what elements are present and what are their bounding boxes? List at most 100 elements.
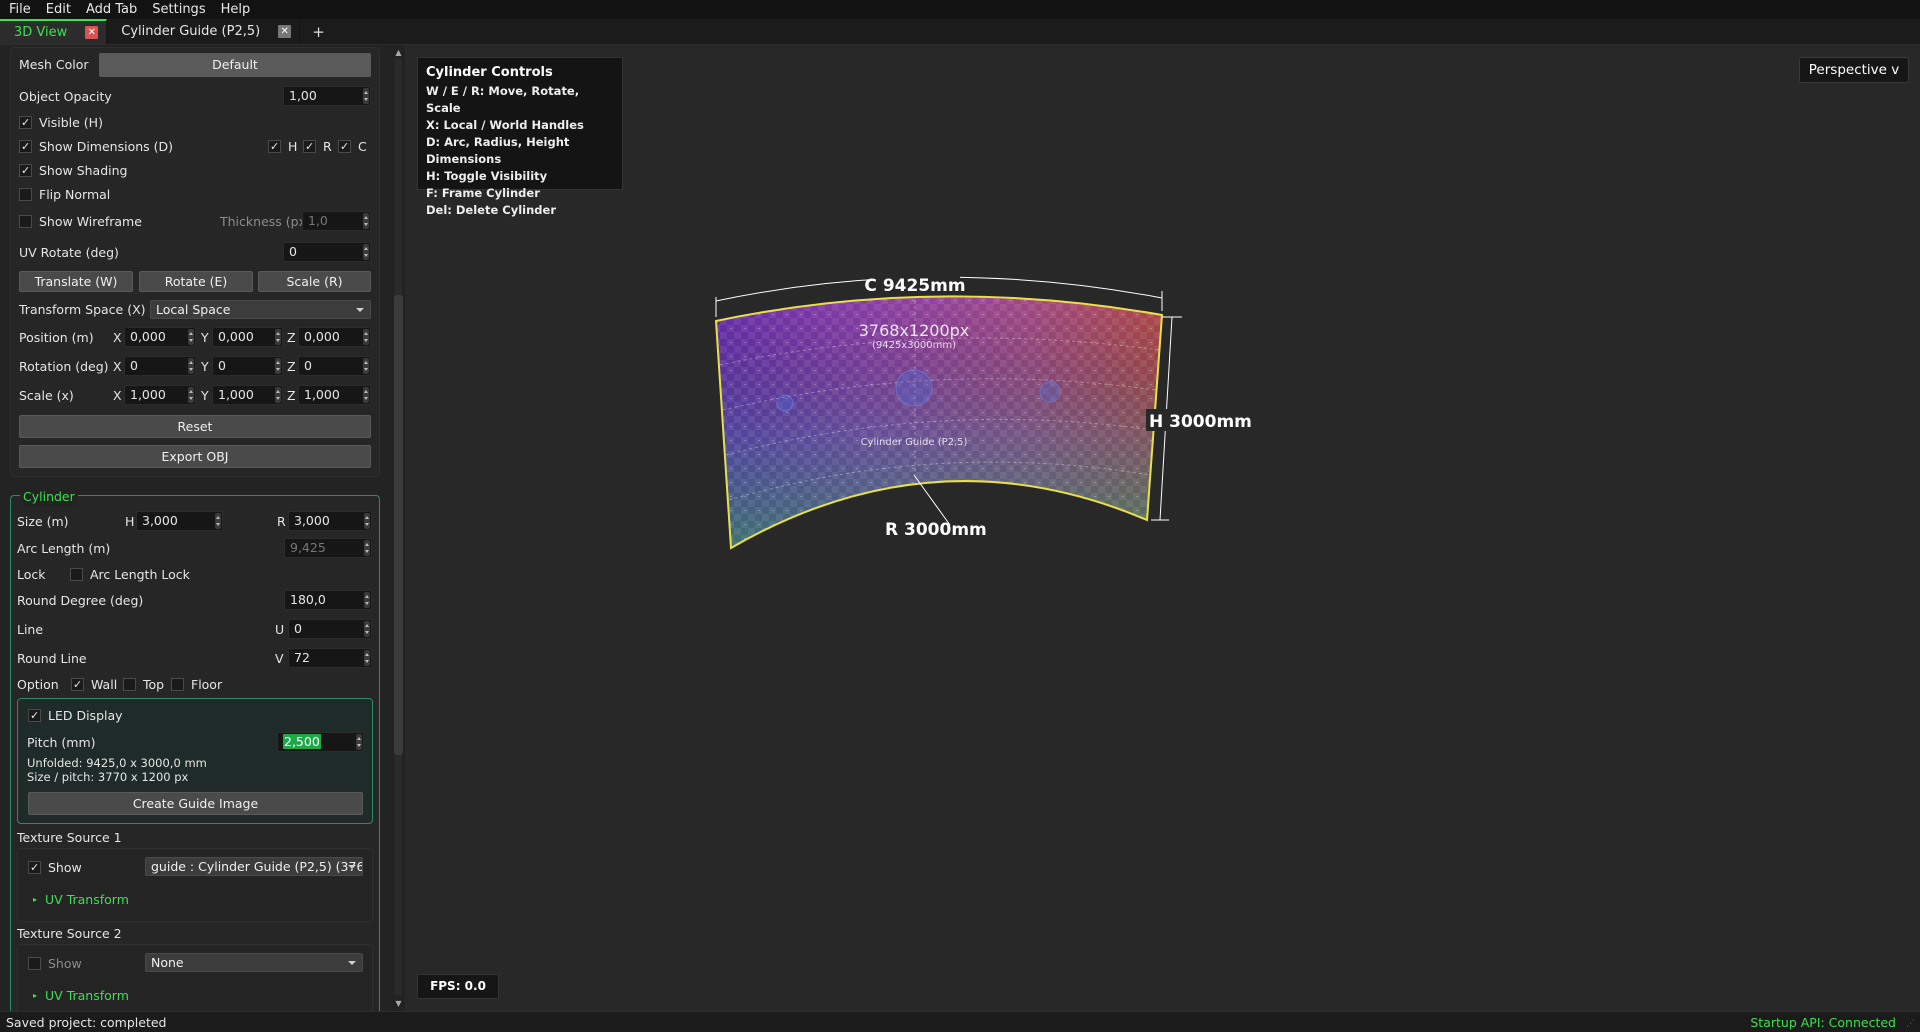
spinner-icon[interactable] (364, 592, 370, 608)
scroll-up-icon[interactable]: ▲ (394, 48, 403, 57)
texture-2-select[interactable]: None (145, 953, 363, 972)
rotate-button[interactable]: Rotate (E) (139, 271, 253, 292)
spinner-icon[interactable] (275, 358, 281, 374)
scale-z-field[interactable]: 1,000 (298, 385, 371, 405)
scale-y-field[interactable]: 1,000 (212, 385, 283, 405)
spinner-icon[interactable] (188, 358, 194, 374)
menu-edit[interactable]: Edit (37, 0, 77, 19)
texture-1-show-checkbox[interactable] (28, 860, 41, 874)
dim-r-checkbox[interactable] (303, 139, 316, 153)
resize-grip-icon[interactable]: ⋰ (1906, 1019, 1916, 1029)
scale-x-field[interactable]: 1,000 (124, 385, 196, 405)
show-dimensions-checkbox[interactable] (19, 139, 32, 153)
floor-row[interactable]: Floor (171, 674, 222, 694)
spinner-icon[interactable] (363, 329, 369, 345)
export-obj-button[interactable]: Export OBJ (19, 445, 371, 468)
floor-checkbox[interactable] (171, 677, 184, 691)
spinner-icon[interactable] (363, 213, 369, 229)
close-icon[interactable]: ✕ (85, 26, 99, 39)
line-label: Line (17, 621, 44, 637)
spinner-icon[interactable] (215, 513, 221, 529)
texture-1-select[interactable]: guide : Cylinder Guide (P2,5) (3768 (145, 857, 363, 876)
show-shading-row[interactable]: Show Shading (19, 160, 127, 180)
mesh-color-button[interactable]: Default (99, 53, 371, 77)
height-field[interactable]: 3,000 (136, 511, 223, 531)
led-display-checkbox[interactable] (28, 708, 41, 722)
spinner-icon[interactable] (356, 734, 362, 750)
arc-length-lock-checkbox[interactable] (70, 567, 83, 581)
spinner-icon[interactable] (364, 540, 370, 556)
opacity-field[interactable]: 1,00 (283, 86, 371, 106)
translate-button[interactable]: Translate (W) (19, 271, 133, 292)
close-icon[interactable]: ✕ (278, 25, 292, 38)
show-wireframe-row[interactable]: Show Wireframe (19, 211, 142, 231)
spinner-icon[interactable] (363, 387, 369, 403)
spinner-icon[interactable] (188, 329, 194, 345)
show-dimensions-row[interactable]: Show Dimensions (D) (19, 136, 173, 156)
dim-c-row[interactable]: C (338, 136, 367, 156)
top-row[interactable]: Top (123, 674, 164, 694)
dim-h-row[interactable]: H (268, 136, 297, 156)
wall-checkbox[interactable] (71, 677, 84, 691)
thickness-field[interactable]: 1,0 (302, 211, 371, 231)
rotation-z-field[interactable]: 0 (298, 356, 371, 376)
u-field[interactable]: 0 (288, 619, 372, 639)
pitch-field[interactable]: 2,500 (277, 732, 364, 752)
thickness-value: 1,0 (308, 213, 328, 228)
transform-space-select[interactable]: Local Space (150, 300, 371, 319)
rotation-y-field[interactable]: 0 (212, 356, 283, 376)
led-display-row[interactable]: LED Display (28, 705, 123, 725)
dim-h-checkbox[interactable] (268, 139, 281, 153)
menu-settings[interactable]: Settings (143, 0, 211, 19)
menu-add-tab[interactable]: Add Tab (77, 0, 143, 19)
arc-length-lock-row[interactable]: Arc Length Lock (70, 564, 190, 584)
visible-checkbox[interactable] (19, 115, 32, 129)
tab-3d-view[interactable]: 3D View ✕ (0, 19, 108, 44)
dim-h-label: H (288, 138, 298, 154)
uv-transform-1-toggle[interactable]: ▸ UV Transform (33, 889, 129, 909)
add-tab-button[interactable]: + (300, 19, 337, 44)
scale-button[interactable]: Scale (R) (258, 271, 371, 292)
spinner-icon[interactable] (188, 387, 194, 403)
dim-r-row[interactable]: R (303, 136, 332, 156)
visible-row[interactable]: Visible (H) (19, 112, 103, 132)
wall-row[interactable]: Wall (71, 674, 117, 694)
flip-normal-row[interactable]: Flip Normal (19, 184, 110, 204)
position-x-field[interactable]: 0,000 (124, 327, 196, 347)
position-y-field[interactable]: 0,000 (212, 327, 283, 347)
cylinder-scene[interactable]: C 9425mm H 3000mm R 3000mm 3768x1200px (… (405, 45, 1920, 1011)
top-checkbox[interactable] (123, 677, 136, 691)
show-shading-checkbox[interactable] (19, 163, 32, 177)
spinner-icon[interactable] (275, 329, 281, 345)
tab-cylinder-guide[interactable]: Cylinder Guide (P2,5) ✕ (107, 19, 301, 44)
spinner-icon[interactable] (363, 358, 369, 374)
menu-file[interactable]: File (0, 0, 37, 19)
uv-transform-2-toggle[interactable]: ▸ UV Transform (33, 985, 129, 1005)
scroll-down-icon[interactable]: ▼ (394, 999, 403, 1008)
show-wireframe-checkbox[interactable] (19, 214, 32, 228)
spinner-icon[interactable] (363, 88, 369, 104)
spinner-icon[interactable] (275, 387, 281, 403)
reset-button[interactable]: Reset (19, 415, 371, 438)
menu-help[interactable]: Help (212, 0, 257, 19)
position-z-field[interactable]: 0,000 (298, 327, 371, 347)
texture-1-show-row[interactable]: Show (28, 857, 82, 877)
spinner-icon[interactable] (364, 650, 370, 666)
rotation-x-field[interactable]: 0 (124, 356, 196, 376)
flip-normal-checkbox[interactable] (19, 187, 32, 201)
spinner-icon[interactable] (364, 621, 370, 637)
3d-viewport[interactable]: Cylinder Controls W / E / R: Move, Rotat… (405, 45, 1920, 1011)
uv-rotate-field[interactable]: 0 (283, 242, 371, 262)
round-degree-field[interactable]: 180,0 (284, 590, 372, 610)
v-field[interactable]: 72 (288, 648, 372, 668)
create-guide-image-button[interactable]: Create Guide Image (28, 792, 363, 815)
spinner-icon[interactable] (363, 244, 369, 260)
texture-2-show-row[interactable]: Show (28, 953, 82, 973)
scroll-thumb[interactable] (394, 295, 403, 755)
spinner-icon[interactable] (364, 513, 370, 529)
arc-length-field[interactable]: 9,425 (284, 538, 372, 558)
panel-scrollbar[interactable]: ▲ ▼ (392, 45, 405, 1011)
dim-c-checkbox[interactable] (338, 139, 351, 153)
texture-2-show-checkbox[interactable] (28, 956, 41, 970)
radius-field[interactable]: 3,000 (288, 511, 372, 531)
